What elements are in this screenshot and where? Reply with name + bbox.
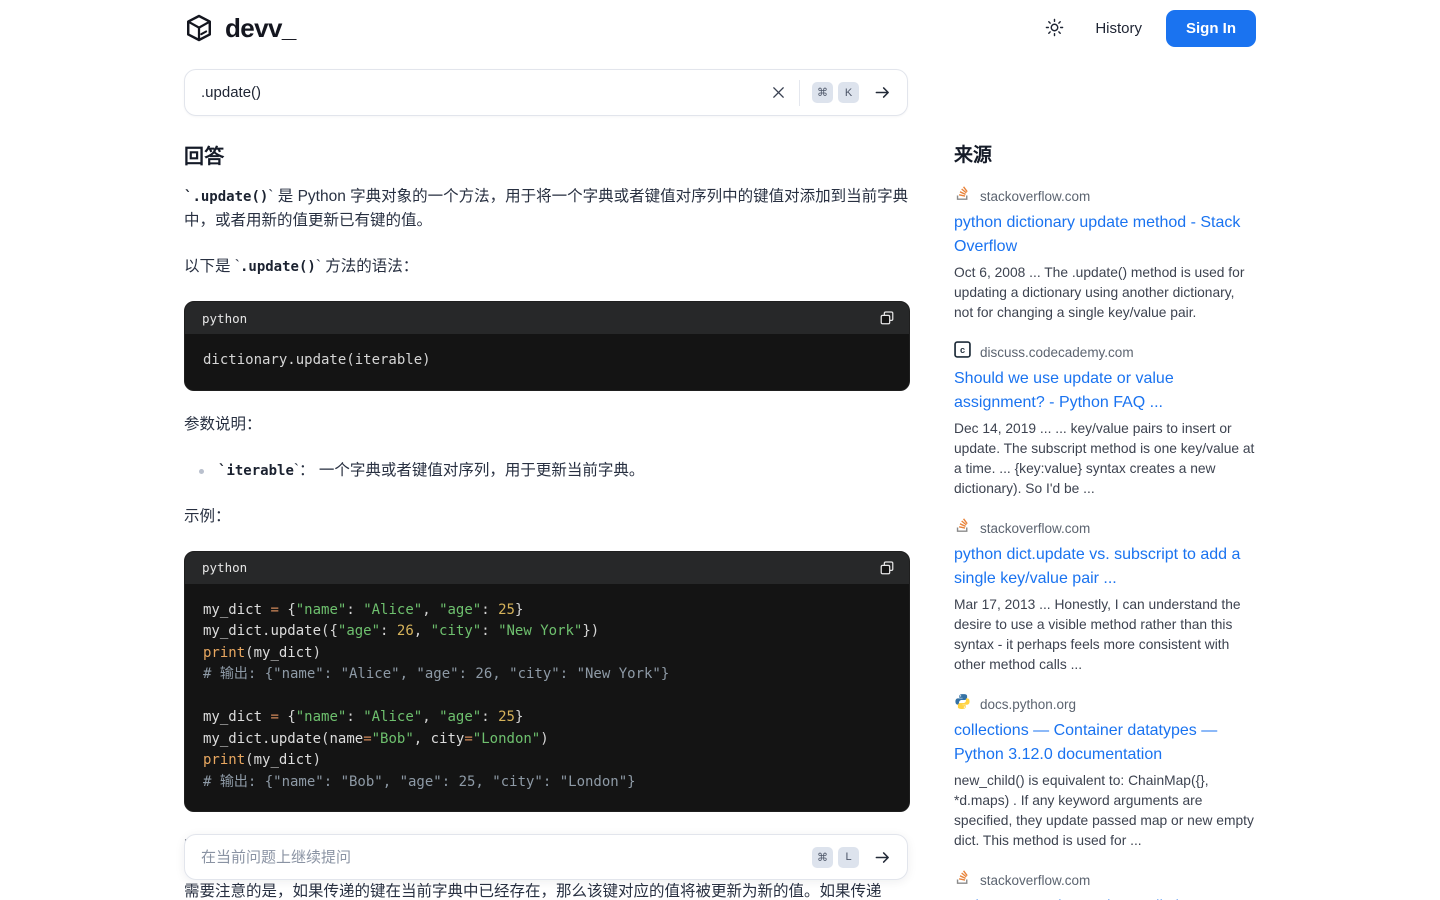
svg-text:c: c — [960, 345, 965, 355]
history-link[interactable]: History — [1093, 16, 1144, 41]
answer-paragraph-1-text: ` 是 Python 字典对象的一个方法，用于将一个字典或者键值对序列中的键值对… — [184, 188, 908, 229]
code-language-label-2: python — [202, 560, 247, 575]
sources-list: stackoverflow.com python dictionary updat… — [954, 185, 1256, 900]
params-heading: 参数说明： — [184, 413, 910, 437]
brand-logo-group[interactable]: devv_ — [184, 13, 296, 43]
code-content-example: my_dict = {"name": "Alice", "age": 25} m… — [185, 584, 909, 812]
copy-icon[interactable] — [879, 310, 895, 326]
sources-panel: 来源 stackoverflow.com python dictionary up… — [954, 140, 1256, 900]
kbd-command-2: ⌘ — [812, 847, 833, 868]
param-description: `： 一个字典或者键值对序列，用于更新当前字典。 — [294, 462, 644, 479]
kbd-command: ⌘ — [812, 82, 833, 103]
source-item: stackoverflow.com python - How do I updat… — [954, 869, 1256, 900]
source-link[interactable]: python dict.update vs. subscript to add … — [954, 543, 1256, 591]
source-link[interactable]: python dictionary update method - Stack … — [954, 211, 1256, 259]
source-link[interactable]: Should we use update or value assignment… — [954, 367, 1256, 415]
source-domain: stackoverflow.com — [980, 873, 1090, 888]
code-block-header-2: python — [185, 552, 909, 584]
sun-icon — [1045, 18, 1064, 40]
codecademy-icon: c — [954, 341, 971, 363]
source-domain-row: stackoverflow.com — [954, 185, 1256, 207]
arrow-right-icon[interactable] — [871, 82, 893, 104]
source-link[interactable]: python - How do I update a dictionary wh… — [954, 895, 1256, 900]
source-item: stackoverflow.com python dict.update vs. … — [954, 517, 1256, 675]
source-domain: stackoverflow.com — [980, 521, 1090, 536]
example-heading: 示例： — [184, 505, 910, 529]
inline-code-update-2: .update() — [240, 259, 316, 275]
header-actions: History Sign In — [1037, 10, 1256, 47]
source-domain-row: stackoverflow.com — [954, 517, 1256, 539]
kbd-l: L — [838, 847, 859, 868]
stackoverflow-icon — [954, 869, 971, 891]
source-snippet: Dec 14, 2019 ... ... key/value pairs to … — [954, 419, 1256, 499]
python-icon — [954, 693, 971, 715]
source-snippet: new_child() is equivalent to: ChainMap({… — [954, 771, 1256, 851]
answer-paragraph-2: 以下是 `.update()` 方法的语法： — [184, 255, 910, 279]
source-snippet: Mar 17, 2013 ... Honestly, I can underst… — [954, 595, 1256, 675]
followup-bar[interactable]: ⌘ L — [184, 834, 908, 880]
code-block-header: python — [185, 302, 909, 334]
followup-shortcut-group: ⌘ L — [812, 847, 859, 868]
copy-icon[interactable] — [879, 560, 895, 576]
syntax-intro-prefix: 以下是 ` — [184, 258, 240, 275]
search-bar[interactable]: ⌘ K — [184, 69, 908, 116]
code-block-example: python my_dict = {"name": "Alice", "age"… — [184, 551, 910, 813]
source-snippet: Oct 6, 2008 ... The .update() method is … — [954, 263, 1256, 323]
list-item: `iterable`： 一个字典或者键值对序列，用于更新当前字典。 — [190, 459, 910, 483]
code-block-syntax: python dictionary.update(iterable) — [184, 301, 910, 391]
source-domain-row: stackoverflow.com — [954, 869, 1256, 891]
code-language-label: python — [202, 311, 247, 326]
answer-panel: 回答 `.update()` 是 Python 字典对象的一个方法，用于将一个字… — [184, 140, 910, 900]
sources-heading: 来源 — [954, 140, 1256, 167]
inline-code-update: .update() — [192, 189, 268, 205]
brand-name: devv_ — [225, 13, 296, 43]
app-header: devv_ History Sign In — [0, 0, 1440, 56]
source-domain: stackoverflow.com — [980, 189, 1090, 204]
sign-in-button[interactable]: Sign In — [1166, 10, 1256, 47]
search-shortcut-group: ⌘ K — [812, 82, 859, 103]
params-list: `iterable`： 一个字典或者键值对序列，用于更新当前字典。 — [184, 459, 910, 483]
close-icon[interactable] — [767, 82, 789, 104]
theme-toggle-button[interactable] — [1037, 12, 1071, 46]
answer-paragraph-4: 需要注意的是，如果传递的键在当前字典中已经存在，那么该键对应的值将被更新为新的值… — [184, 880, 910, 900]
stackoverflow-icon — [954, 185, 971, 207]
kbd-k: K — [838, 82, 859, 103]
search-divider — [799, 80, 800, 106]
source-item: c discuss.codecademy.com Should we use upd… — [954, 341, 1256, 499]
syntax-intro-suffix: ` 方法的语法： — [316, 258, 418, 275]
inline-code-iterable: iterable — [226, 463, 293, 479]
cube-icon — [184, 13, 214, 43]
code-content-syntax: dictionary.update(iterable) — [185, 334, 909, 390]
followup-input[interactable] — [201, 849, 812, 866]
source-domain: docs.python.org — [980, 697, 1076, 712]
arrow-right-icon[interactable] — [871, 846, 893, 868]
source-domain: discuss.codecademy.com — [980, 345, 1134, 360]
app-root: devv_ History Sign In ⌘ — [0, 0, 1440, 900]
source-item: docs.python.org collections — Container d… — [954, 693, 1256, 851]
source-domain-row: docs.python.org — [954, 693, 1256, 715]
search-input[interactable] — [201, 84, 767, 101]
answer-paragraph-1: `.update()` 是 Python 字典对象的一个方法，用于将一个字典或者… — [184, 185, 910, 233]
source-link[interactable]: collections — Container datatypes — Pyth… — [954, 719, 1256, 767]
answer-heading: 回答 — [184, 140, 910, 169]
source-domain-row: c discuss.codecademy.com — [954, 341, 1256, 363]
stackoverflow-icon — [954, 517, 971, 539]
source-item: stackoverflow.com python dictionary updat… — [954, 185, 1256, 323]
